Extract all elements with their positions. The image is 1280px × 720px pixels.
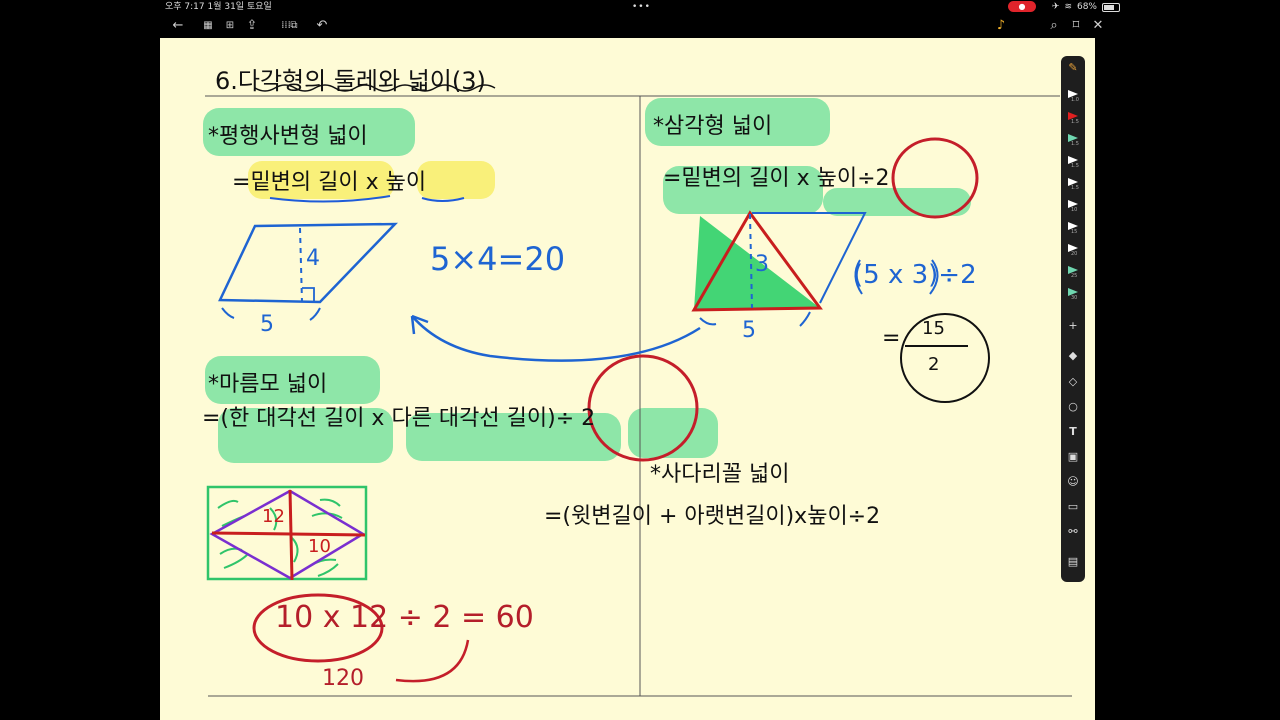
app-toolbar: ← ▦ ⊞ ⇪ ⁞⁞⁞ ⧉ ↶ ♪ ⌕ ⌑ ✕ [160, 14, 1120, 38]
parallelogram-base-label: 5 [260, 312, 274, 337]
screen-record-indicator[interactable]: ● [1008, 1, 1036, 12]
screen-icon[interactable]: ⧉ [284, 16, 304, 36]
bookmark-icon[interactable]: ⌑ [1066, 16, 1086, 36]
pen-size-label: 30 [1071, 295, 1078, 301]
pen-size-option[interactable]: 1.5 [1065, 176, 1081, 191]
pen-size-option[interactable]: 1.0 [1065, 88, 1081, 103]
pen-size-option[interactable]: 10 [1065, 198, 1081, 213]
rhombus-heading: *마름모 넓이 [208, 372, 328, 397]
pen-size-option[interactable]: 1.5 [1065, 154, 1081, 169]
mic-icon[interactable]: ♪ [991, 16, 1011, 36]
trapezoid-formula: =(윗변길이 + 아랫변길이)x높이÷2 [544, 504, 881, 529]
status-time-date: 오후 7:17 1월 31일 토요일 [165, 2, 272, 12]
parallelogram-height-label: 4 [306, 246, 320, 271]
back-arrow-icon[interactable]: ← [168, 16, 188, 36]
formula-height: 높이 [385, 170, 427, 195]
parallelogram-formula: =밑변의 길이 x 높이 [232, 164, 426, 196]
sticker-icon[interactable]: ☺ [1065, 474, 1081, 490]
undo-icon[interactable]: ↶ [312, 16, 332, 36]
triangle-result-eq: = [882, 326, 901, 351]
plus-icon[interactable]: + [1065, 318, 1081, 334]
pen-palette: ✎ 1.0 1.5 1.5 1.5 1.5 10 15 20 25 30 + ◆ ◇ ○ T ▣ … [1061, 56, 1085, 582]
pen-size-option[interactable]: 15 [1065, 220, 1081, 235]
page-icon[interactable]: ▤ [1065, 554, 1081, 570]
export-icon[interactable]: ⇪ [242, 16, 262, 36]
search-icon[interactable]: ⌕ [1044, 16, 1064, 36]
airplane-icon: ✈ [1051, 2, 1060, 12]
formula-base: 밑변의 길이 [250, 170, 359, 195]
triangle-result-denominator: 2 [928, 354, 940, 375]
pen-size-label: 25 [1071, 273, 1078, 279]
pen-size-label: 20 [1071, 251, 1078, 257]
comment-icon[interactable]: ▭ [1065, 499, 1081, 515]
grid-icon[interactable]: ▦ [198, 16, 218, 36]
trapezoid-heading: *사다리꼴 넓이 [650, 462, 790, 487]
lasso-icon[interactable]: ○ [1065, 399, 1081, 415]
status-right: ✈ ≋ 68% [1052, 0, 1120, 14]
rhombus-diag2-label: 10 [308, 536, 331, 557]
triangle-height-label: 3 [755, 252, 769, 277]
parallelogram-calc: 5×4=20 [430, 240, 566, 278]
wifi-icon: ≋ [1064, 2, 1072, 12]
text-icon[interactable]: T [1065, 424, 1081, 440]
shapes-icon[interactable]: ◇ [1065, 374, 1081, 390]
pen-size-option[interactable]: 25 [1065, 264, 1081, 279]
eraser-icon[interactable]: ◆ [1065, 348, 1081, 364]
pen-size-option[interactable]: 1.5 [1065, 132, 1081, 147]
parallelogram-heading: *평행사변형 넓이 [208, 124, 368, 149]
rhombus-subcalc: 120 [322, 666, 364, 691]
pen-size-label: 1.5 [1071, 119, 1079, 125]
note-page[interactable]: 6.다각형의 둘레와 넓이(3) *평행사변형 넓이 =밑변의 길이 x 높이 … [160, 38, 1095, 720]
pen-size-label: 15 [1071, 229, 1078, 235]
pen-size-label: 1.0 [1071, 97, 1079, 103]
status-bar: 오후 7:17 1월 31일 토요일 ••• ✈ ≋ 68% [0, 0, 1280, 14]
pages-icon[interactable]: ⊞ [220, 16, 240, 36]
link-icon[interactable]: ⚯ [1065, 524, 1081, 540]
triangle-formula: =밑변의 길이 x 높이÷2 [663, 166, 890, 191]
pen-size-label: 1.5 [1071, 141, 1079, 147]
pen-size-option[interactable]: 1.5 [1065, 110, 1081, 125]
close-icon[interactable]: ✕ [1088, 16, 1108, 36]
rhombus-formula: =(한 대각선 길이 x 다른 대각선 길이)÷ 2 [202, 406, 596, 431]
multitask-dots[interactable]: ••• [632, 0, 651, 14]
pen-size-label: 10 [1071, 207, 1078, 213]
pen-size-option[interactable]: 20 [1065, 242, 1081, 257]
pen-size-label: 1.5 [1071, 185, 1079, 191]
rhombus-diag1-label: 12 [262, 506, 285, 527]
pencil-icon[interactable]: ✎ [1065, 60, 1081, 76]
triangle-calc: (5 x 3)÷2 [853, 260, 977, 290]
triangle-result-numerator: 15 [922, 318, 945, 339]
triangle-heading: *삼각형 넓이 [653, 114, 773, 139]
triangle-base-label: 5 [742, 318, 756, 343]
pen-size-option[interactable]: 30 [1065, 286, 1081, 301]
rhombus-calc: 10 x 12 ÷ 2 = 60 [275, 600, 534, 635]
formula-eq: = [232, 170, 251, 195]
formula-times: x [358, 170, 386, 195]
battery-icon [1102, 2, 1120, 12]
pen-size-label: 1.5 [1071, 163, 1079, 169]
battery-percent: 68% [1076, 2, 1097, 12]
page-title: 6.다각형의 둘레와 넓이(3) [215, 67, 486, 95]
image-icon[interactable]: ▣ [1065, 449, 1081, 465]
